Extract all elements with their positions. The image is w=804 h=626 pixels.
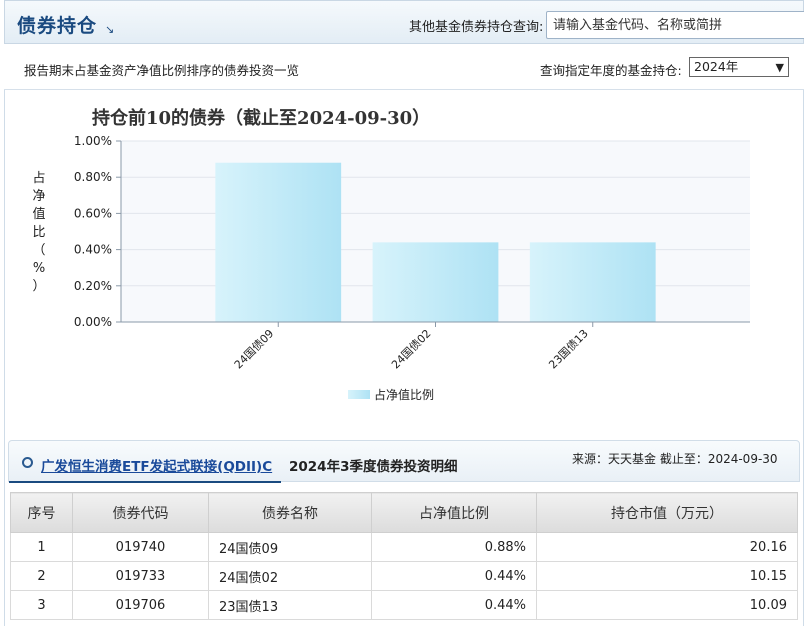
page-title: 债券持仓: [17, 15, 98, 37]
cell-value: 20.16: [536, 532, 798, 562]
y-tick-label: 0.40%: [74, 243, 112, 257]
year-label: 查询指定年度的基金持仓:: [540, 63, 682, 78]
col-header-code: 债券代码: [72, 492, 209, 533]
fund-period-title: 2024年3季度债券投资明细: [289, 459, 458, 475]
bar: [529, 242, 656, 322]
col-header-index: 序号: [10, 492, 73, 533]
legend-swatch: [348, 390, 370, 399]
holdings-table: 序号 债券代码 债券名称 占净值比例 持仓市值（万元） 1 019740 24国…: [10, 492, 798, 620]
cell-name: 24国债09: [208, 532, 372, 562]
y-tick-label: 0.80%: [74, 170, 112, 184]
cell-code: 019733: [72, 561, 209, 591]
col-header-value: 持仓市值（万元）: [536, 492, 798, 533]
y-tick-label: 1.00%: [74, 134, 112, 148]
query-label: 其他基金债券持仓查询:: [409, 20, 544, 35]
legend-label: 占净值比例: [374, 387, 434, 402]
chart-title: 持仓前10的债券（截止至2024-09-30）: [92, 107, 430, 129]
cell-name: 24国债02: [208, 561, 372, 591]
y-tick-label: 0.00%: [74, 315, 112, 329]
table-row: 3 019706 23国债13 0.44% 10.09: [10, 590, 798, 620]
chevron-down-icon: ▼: [775, 61, 784, 74]
cell-value: 10.15: [536, 561, 798, 591]
cell-code: 019740: [72, 532, 209, 562]
cell-index: 1: [10, 532, 73, 562]
table-row: 2 019733 24国债02 0.44% 10.15: [10, 561, 798, 591]
cell-ratio: 0.44%: [371, 561, 537, 591]
col-header-ratio: 占净值比例: [371, 492, 537, 533]
fund-bar: 广发恒生消费ETF发起式联接(QDII)C 2024年3季度债券投资明细 来源：…: [8, 440, 800, 483]
year-select[interactable]: 2024年 ▼: [689, 57, 789, 77]
sub-bar: 报告期末占基金资产净值比例排序的债券投资一览 查询指定年度的基金持仓: 2024…: [4, 44, 804, 90]
bar: [372, 242, 499, 322]
circle-bullet-icon: [22, 457, 33, 468]
cell-code: 019706: [72, 590, 209, 620]
x-tick-label: 23国债13: [546, 326, 591, 371]
header: 债券持仓 ↘ 其他基金债券持仓查询:: [4, 0, 804, 44]
fund-tab-underline: [9, 481, 281, 483]
x-tick-label: 24国债02: [388, 326, 433, 371]
cell-index: 3: [10, 590, 73, 620]
arrow-down-right-icon: ↘: [105, 23, 115, 36]
cell-name: 23国债13: [208, 590, 372, 620]
bar: [215, 162, 342, 322]
cell-ratio: 0.44%: [371, 590, 537, 620]
fund-name-link[interactable]: 广发恒生消费ETF发起式联接(QDII)C: [41, 455, 272, 475]
chart-legend: 占净值比例: [348, 387, 434, 402]
source-info: 来源：天天基金 截止至：2024-09-30: [572, 452, 778, 466]
x-tick-label: 24国债09: [231, 326, 276, 371]
bond-holdings-chart: 持仓前10的债券（截止至2024-09-30） 占净值比（%） 0.00% 0.2…: [32, 107, 750, 402]
table-header-row: 序号 债券代码 债券名称 占净值比例 持仓市值（万元）: [10, 492, 798, 533]
cell-index: 2: [10, 561, 73, 591]
y-axis-label: 占净值比（%）: [32, 171, 45, 294]
year-selected-value: 2024年: [694, 59, 739, 74]
cell-ratio: 0.88%: [371, 532, 537, 562]
table-row: 1 019740 24国债09 0.88% 20.16: [10, 532, 798, 562]
col-header-name: 债券名称: [208, 492, 372, 533]
y-tick-label: 0.60%: [74, 206, 112, 220]
fund-search-input[interactable]: [546, 11, 804, 39]
y-tick-label: 0.20%: [74, 279, 112, 293]
holdings-description: 报告期末占基金资产净值比例排序的债券投资一览: [24, 63, 300, 78]
cell-value: 10.09: [536, 590, 798, 620]
